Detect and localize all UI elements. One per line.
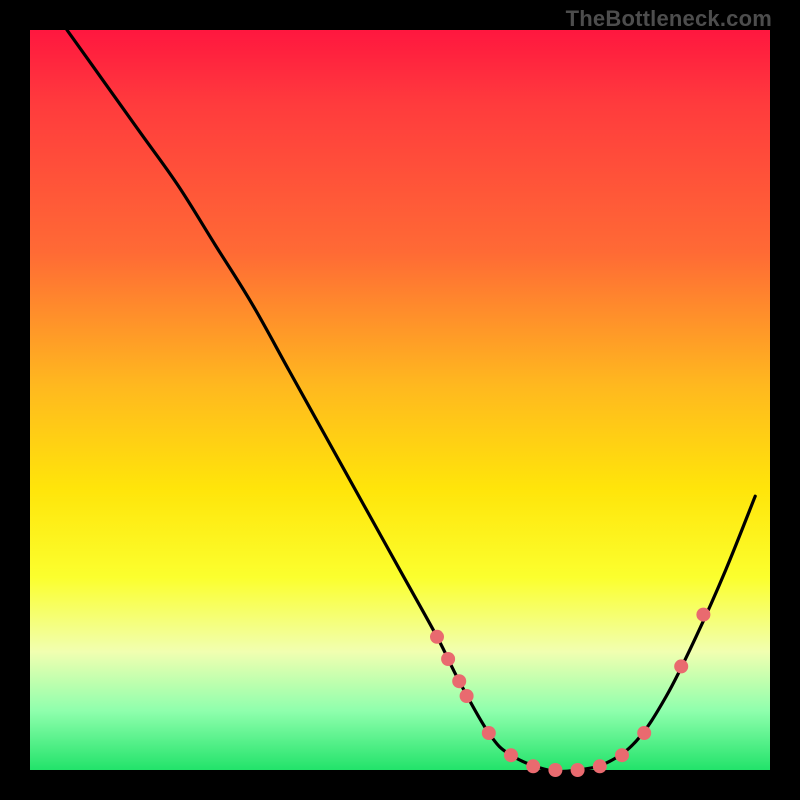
highlight-point bbox=[548, 763, 562, 777]
watermark-text: TheBottleneck.com bbox=[566, 6, 772, 32]
highlight-point bbox=[460, 689, 474, 703]
plot-area bbox=[30, 30, 770, 770]
highlight-point bbox=[526, 759, 540, 773]
bottleneck-curve bbox=[67, 30, 755, 772]
highlight-point bbox=[504, 748, 518, 762]
highlight-point bbox=[482, 726, 496, 740]
highlight-point bbox=[441, 652, 455, 666]
highlight-point bbox=[571, 763, 585, 777]
highlight-point bbox=[696, 608, 710, 622]
highlight-point bbox=[452, 674, 466, 688]
highlight-point bbox=[430, 630, 444, 644]
highlight-point bbox=[593, 759, 607, 773]
highlight-point bbox=[674, 659, 688, 673]
highlight-point bbox=[637, 726, 651, 740]
bottleneck-curve-svg bbox=[30, 30, 770, 770]
chart-frame: TheBottleneck.com bbox=[0, 0, 800, 800]
highlight-point bbox=[615, 748, 629, 762]
